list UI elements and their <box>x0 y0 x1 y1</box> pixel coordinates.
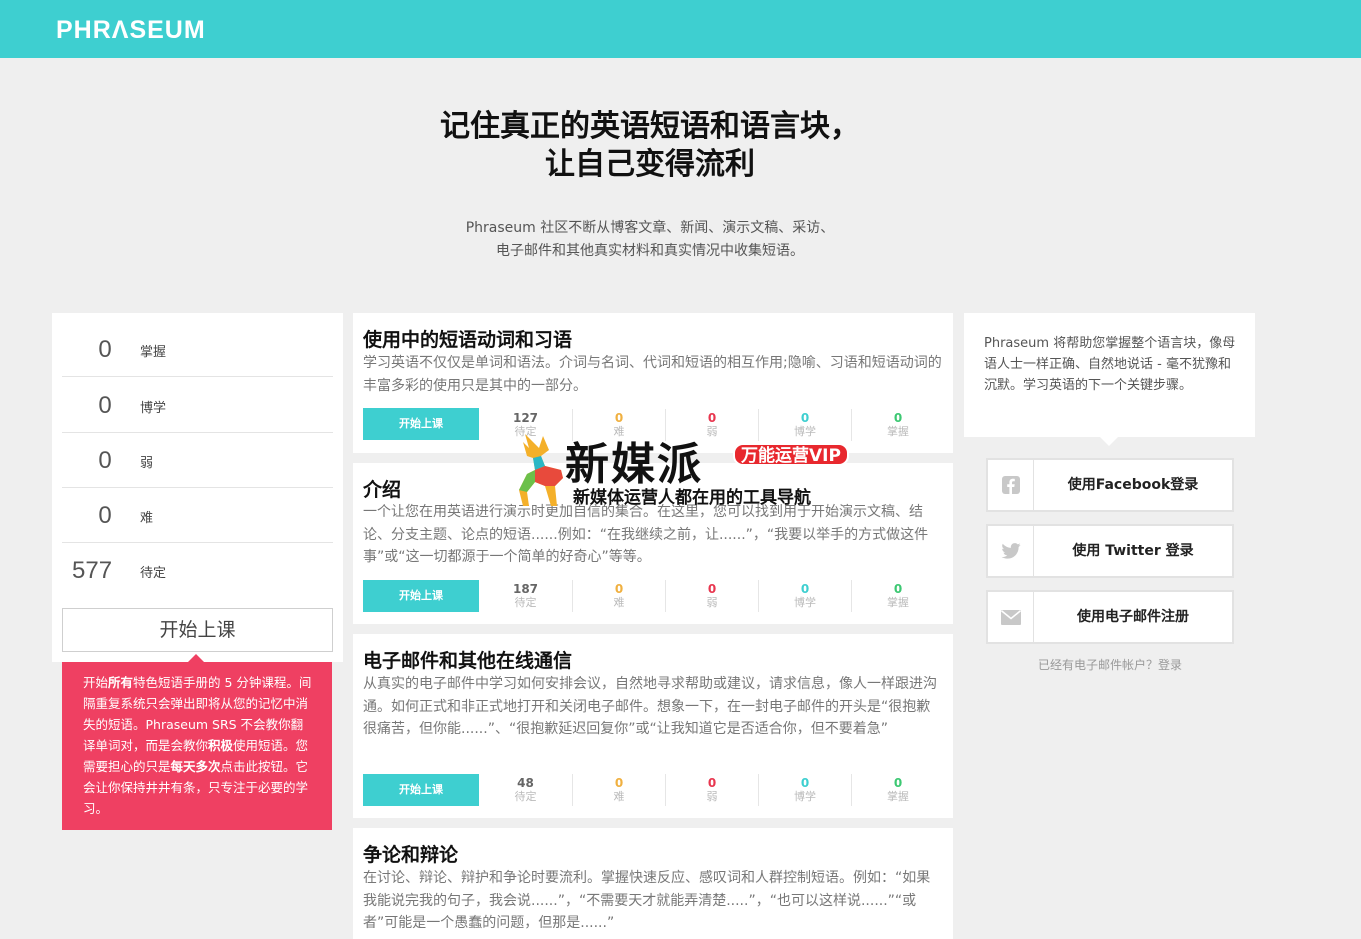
start-course-button[interactable]: 开始上课 <box>363 580 479 612</box>
title-line-2: 让自己变得流利 <box>545 147 755 182</box>
page-subtitle: Phraseum 社区不断从博客文章、新闻、演示文稿、采访、 电子邮件和其他真实… <box>0 217 1300 263</box>
logo[interactable]: PHRΛSEUM <box>56 16 206 45</box>
metric-value: 0 <box>707 776 717 790</box>
stat-label: 弱 <box>140 456 154 471</box>
metric-label: 博学 <box>794 790 816 803</box>
watermark-badge: 万能运营VIP <box>733 443 849 466</box>
course-description: 从真实的电子邮件中学习如何安排会议，自然地寻求帮助或建议，请求信息，像人一样跟进… <box>363 676 937 737</box>
tip-bold: 所有 <box>108 675 134 690</box>
page-title: 记住真正的英语短语和语言块， 让自己变得流利 <box>0 108 1300 184</box>
facebook-login-label: 使用Facebook登录 <box>1067 477 1199 493</box>
envelope-icon <box>988 592 1034 642</box>
metric-value: 0 <box>800 582 810 596</box>
twitter-login-label: 使用 Twitter 登录 <box>1072 543 1194 559</box>
subtitle-line-2: 电子邮件和其他真实材料和真实情况中收集短语。 <box>496 243 804 259</box>
course-title[interactable]: 使用中的短语动词和习语 <box>363 325 572 352</box>
metric-label: 掌握 <box>887 790 909 803</box>
existing-account-login-link[interactable]: 已经有电子邮件帐户？登录 <box>986 656 1234 673</box>
metric-mastered: 0 掌握 <box>851 774 944 806</box>
course-card: 争论和辩论 在讨论、辩论、辩护和争论时要流利。掌握快速反应、感叹词和人群控制短语… <box>353 828 953 939</box>
metric-mastered: 0 掌握 <box>851 580 944 612</box>
stat-label: 难 <box>140 511 154 526</box>
metric-learned: 0 博学 <box>758 774 851 806</box>
stat-label: 掌握 <box>140 345 167 360</box>
metric-label: 弱 <box>706 596 718 609</box>
watermark-tagline: 新媒体运营人都在用的工具导航 <box>573 488 811 508</box>
metric-label: 难 <box>613 596 625 609</box>
stat-value: 0 <box>98 336 112 363</box>
twitter-login-button[interactable]: 使用 Twitter 登录 <box>986 524 1234 578</box>
facebook-login-button[interactable]: 使用Facebook登录 <box>986 458 1234 512</box>
stat-value: 0 <box>98 392 112 419</box>
metric-label: 待定 <box>514 790 537 803</box>
metric-weak: 0弱 <box>665 774 758 806</box>
email-signup-button[interactable]: 使用电子邮件注册 <box>986 590 1234 644</box>
metric-value: 0 <box>707 411 717 425</box>
metric-value: 0 <box>800 411 810 425</box>
stat-row-learned: 0 博学 <box>62 378 333 433</box>
metric-label: 待定 <box>514 596 537 609</box>
metric-value: 0 <box>893 582 903 596</box>
stats-panel: 0 掌握 0 博学 0 弱 0 难 577 待定 开始上课 <box>52 313 343 662</box>
stat-label: 博学 <box>140 401 167 416</box>
start-course-button[interactable]: 开始上课 <box>363 408 479 440</box>
top-bar: PHRΛSEUM <box>0 0 1361 58</box>
stat-label: 待定 <box>140 566 167 581</box>
stat-row-weak: 0 弱 <box>62 433 333 488</box>
stat-row-pending: 577 待定 <box>62 543 333 598</box>
metric-value: 0 <box>800 776 810 790</box>
deer-logo-icon <box>519 434 563 506</box>
metric-weak: 0弱 <box>665 580 758 612</box>
metric-label: 博学 <box>794 596 816 609</box>
twitter-icon <box>988 526 1034 576</box>
course-title[interactable]: 电子邮件和其他在线通信 <box>363 646 572 673</box>
srs-tip: 开始所有特色短语手册的 5 分钟课程。间隔重复系统只会弹出即将从您的记忆中消失的… <box>62 654 332 830</box>
course-description: 在讨论、辩论、辩护和争论时要流利。掌握快速反应、感叹词和人群控制短语。例如：“如… <box>363 870 931 931</box>
facebook-icon <box>988 460 1034 510</box>
stat-value: 0 <box>98 447 112 474</box>
metric-value: 0 <box>893 776 903 790</box>
course-card: 电子邮件和其他在线通信 从真实的电子邮件中学习如何安排会议，自然地寻求帮助或建议… <box>353 634 953 818</box>
metric-value: 127 <box>512 411 539 425</box>
subtitle-line-1: Phraseum 社区不断从博客文章、新闻、演示文稿、采访、 <box>465 220 835 236</box>
tip-bold: 积极 <box>208 738 234 753</box>
course-title[interactable]: 争论和辩论 <box>363 840 458 867</box>
metric-value: 187 <box>512 582 539 596</box>
course-title[interactable]: 介绍 <box>363 475 401 502</box>
metric-label: 掌握 <box>887 425 909 438</box>
stat-row-mastered: 0 掌握 <box>62 322 333 377</box>
stat-value: 0 <box>98 502 112 529</box>
metric-value: 0 <box>614 776 624 790</box>
metric-hard: 0难 <box>572 580 665 612</box>
metric-value: 48 <box>517 776 534 790</box>
metric-value: 0 <box>614 411 624 425</box>
metric-hard: 0难 <box>572 774 665 806</box>
metric-pending: 48 待定 <box>479 774 572 806</box>
email-signup-label: 使用电子邮件注册 <box>1077 609 1189 625</box>
tip-text: 开始 <box>83 675 109 690</box>
metric-value: 0 <box>707 582 717 596</box>
stat-row-hard: 0 难 <box>62 488 333 543</box>
metric-label: 掌握 <box>887 596 909 609</box>
course-description: 学习英语不仅仅是单词和语法。介词与名词、代词和短语的相互作用;隐喻、习语和短语动… <box>363 355 942 394</box>
metric-label: 难 <box>613 790 625 803</box>
watermark: 新媒派 万能运营VIP 新媒体运营人都在用的工具导航 <box>505 428 865 512</box>
metric-learned: 0 博学 <box>758 580 851 612</box>
tip-bold: 每天多次 <box>170 759 221 774</box>
intro-blurb: Phraseum 将帮助您掌握整个语言块，像母语人士一样正确、自然地说话 - 毫… <box>964 313 1255 446</box>
title-line-1: 记住真正的英语短语和语言块， <box>440 109 860 144</box>
metric-pending: 187 待定 <box>479 580 572 612</box>
metric-label: 弱 <box>706 790 718 803</box>
metric-value: 0 <box>893 411 903 425</box>
metric-value: 0 <box>614 582 624 596</box>
start-course-button[interactable]: 开始上课 <box>363 774 479 806</box>
start-lesson-button[interactable]: 开始上课 <box>62 608 333 652</box>
